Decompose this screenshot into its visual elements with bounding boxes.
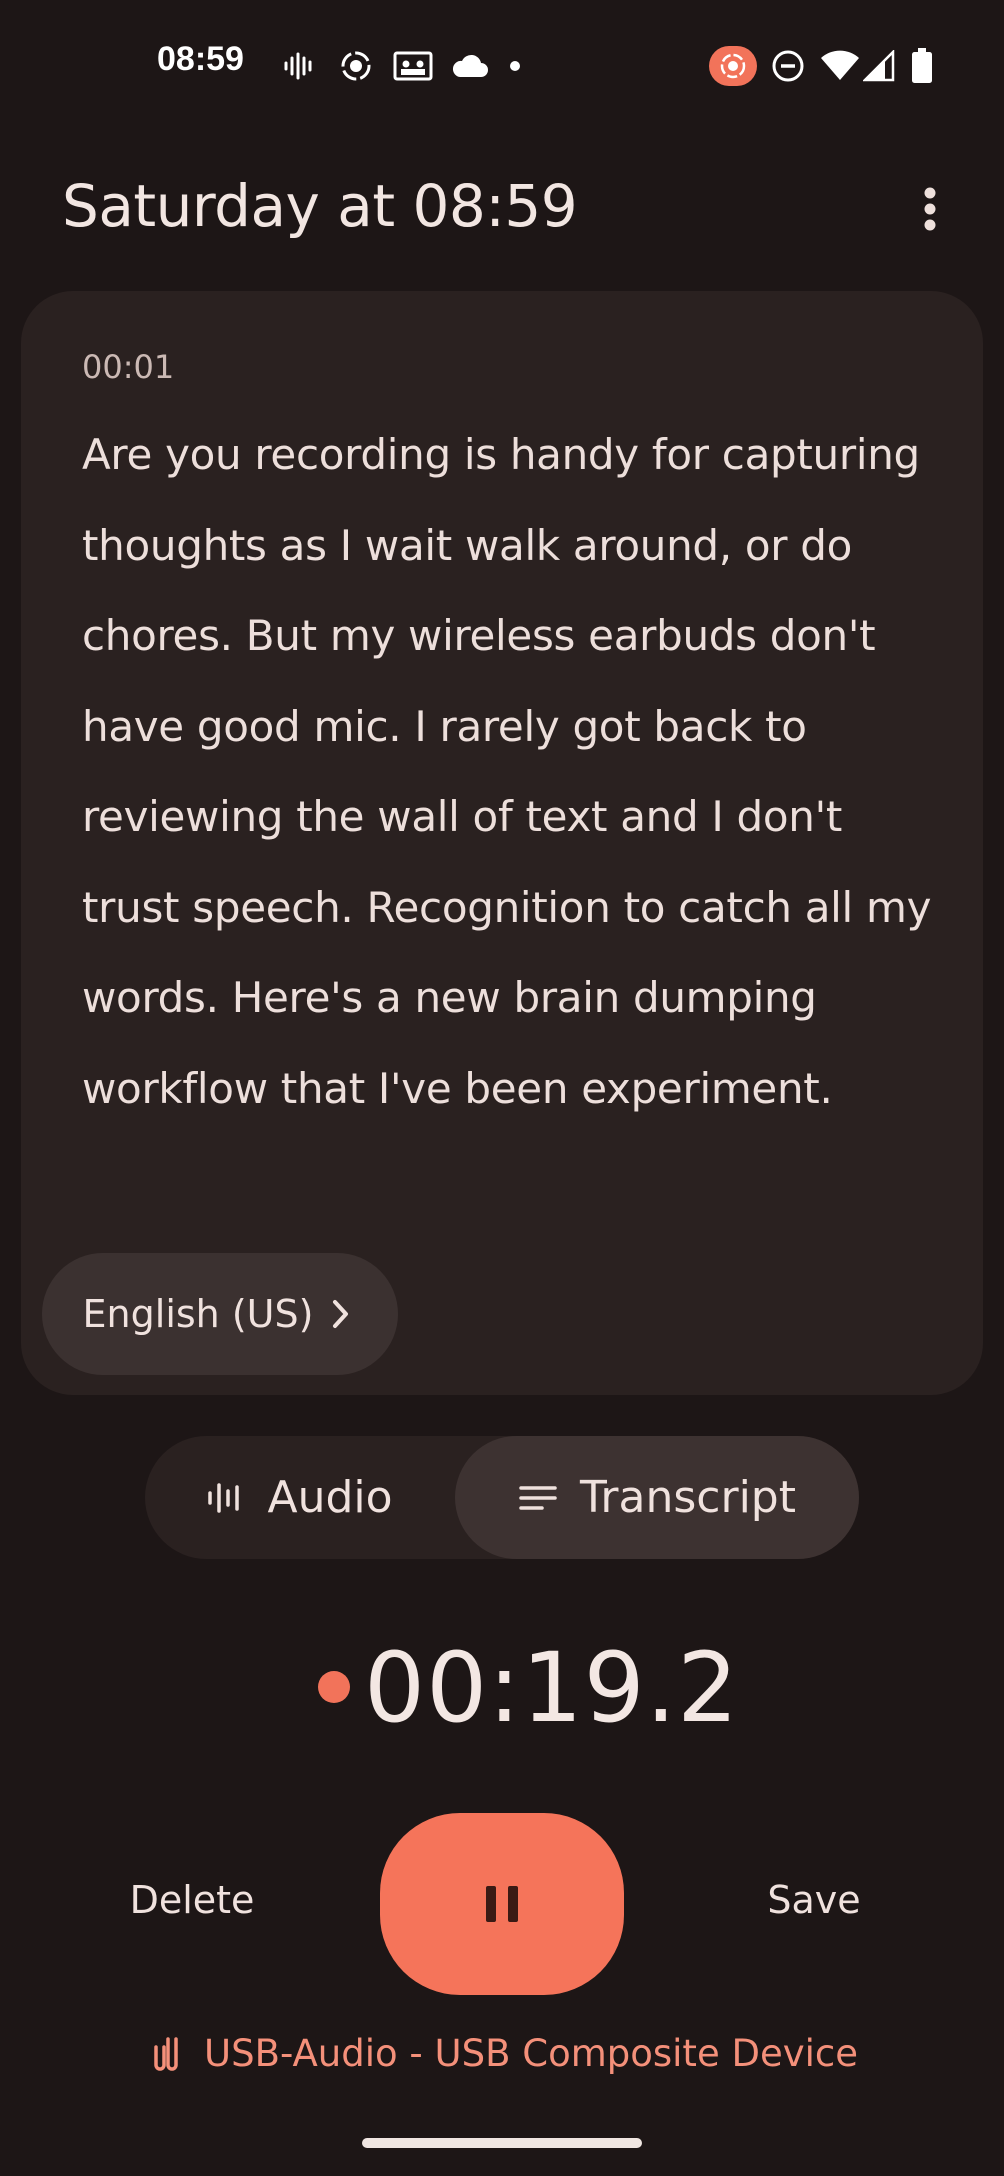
language-label: English (US) — [82, 1292, 314, 1336]
tab-transcript[interactable]: Transcript — [455, 1436, 859, 1559]
input-device[interactable]: USB-Audio - USB Composite Device — [150, 2028, 870, 2078]
input-device-label: USB-Audio - USB Composite Device — [204, 2031, 859, 2075]
status-time: 08:59 — [157, 40, 244, 78]
pause-button[interactable] — [380, 1813, 624, 1995]
battery-icon — [908, 46, 936, 86]
cell-signal-icon — [862, 46, 896, 86]
pause-icon — [486, 1886, 518, 1922]
dot-icon — [508, 46, 522, 86]
save-button[interactable]: Save — [738, 1878, 890, 1938]
transcript-text[interactable]: Are you recording is handy for capturing… — [82, 410, 942, 1134]
view-toggle: Audio Transcript — [145, 1436, 859, 1559]
language-chip[interactable]: English (US) — [42, 1253, 398, 1375]
do-not-disturb-icon — [770, 46, 806, 86]
usb-device-icon — [154, 2037, 178, 2071]
waveform-icon — [208, 1482, 240, 1513]
cloud-icon — [451, 46, 489, 86]
tab-audio[interactable]: Audio — [145, 1436, 455, 1559]
wifi-icon — [820, 46, 860, 86]
photos-icon — [392, 46, 434, 86]
more-vert-icon — [924, 187, 936, 231]
transcript-timestamp[interactable]: 00:01 — [82, 348, 174, 386]
voice-waveform-icon — [282, 46, 316, 86]
more-options-button[interactable] — [908, 180, 952, 238]
recording-dot-icon — [318, 1671, 350, 1703]
chevron-right-icon — [333, 1300, 349, 1328]
notes-icon — [519, 1485, 557, 1510]
delete-button[interactable]: Delete — [104, 1878, 280, 1938]
screen-record-icon — [338, 46, 374, 86]
elapsed-time: 00:19.2 — [364, 1632, 740, 1744]
tab-transcript-label: Transcript — [580, 1472, 796, 1523]
tab-audio-label: Audio — [267, 1472, 393, 1523]
home-indicator[interactable] — [362, 2138, 642, 2148]
recording-indicator-icon — [708, 46, 758, 86]
page-title: Saturday at 08:59 — [62, 172, 578, 240]
